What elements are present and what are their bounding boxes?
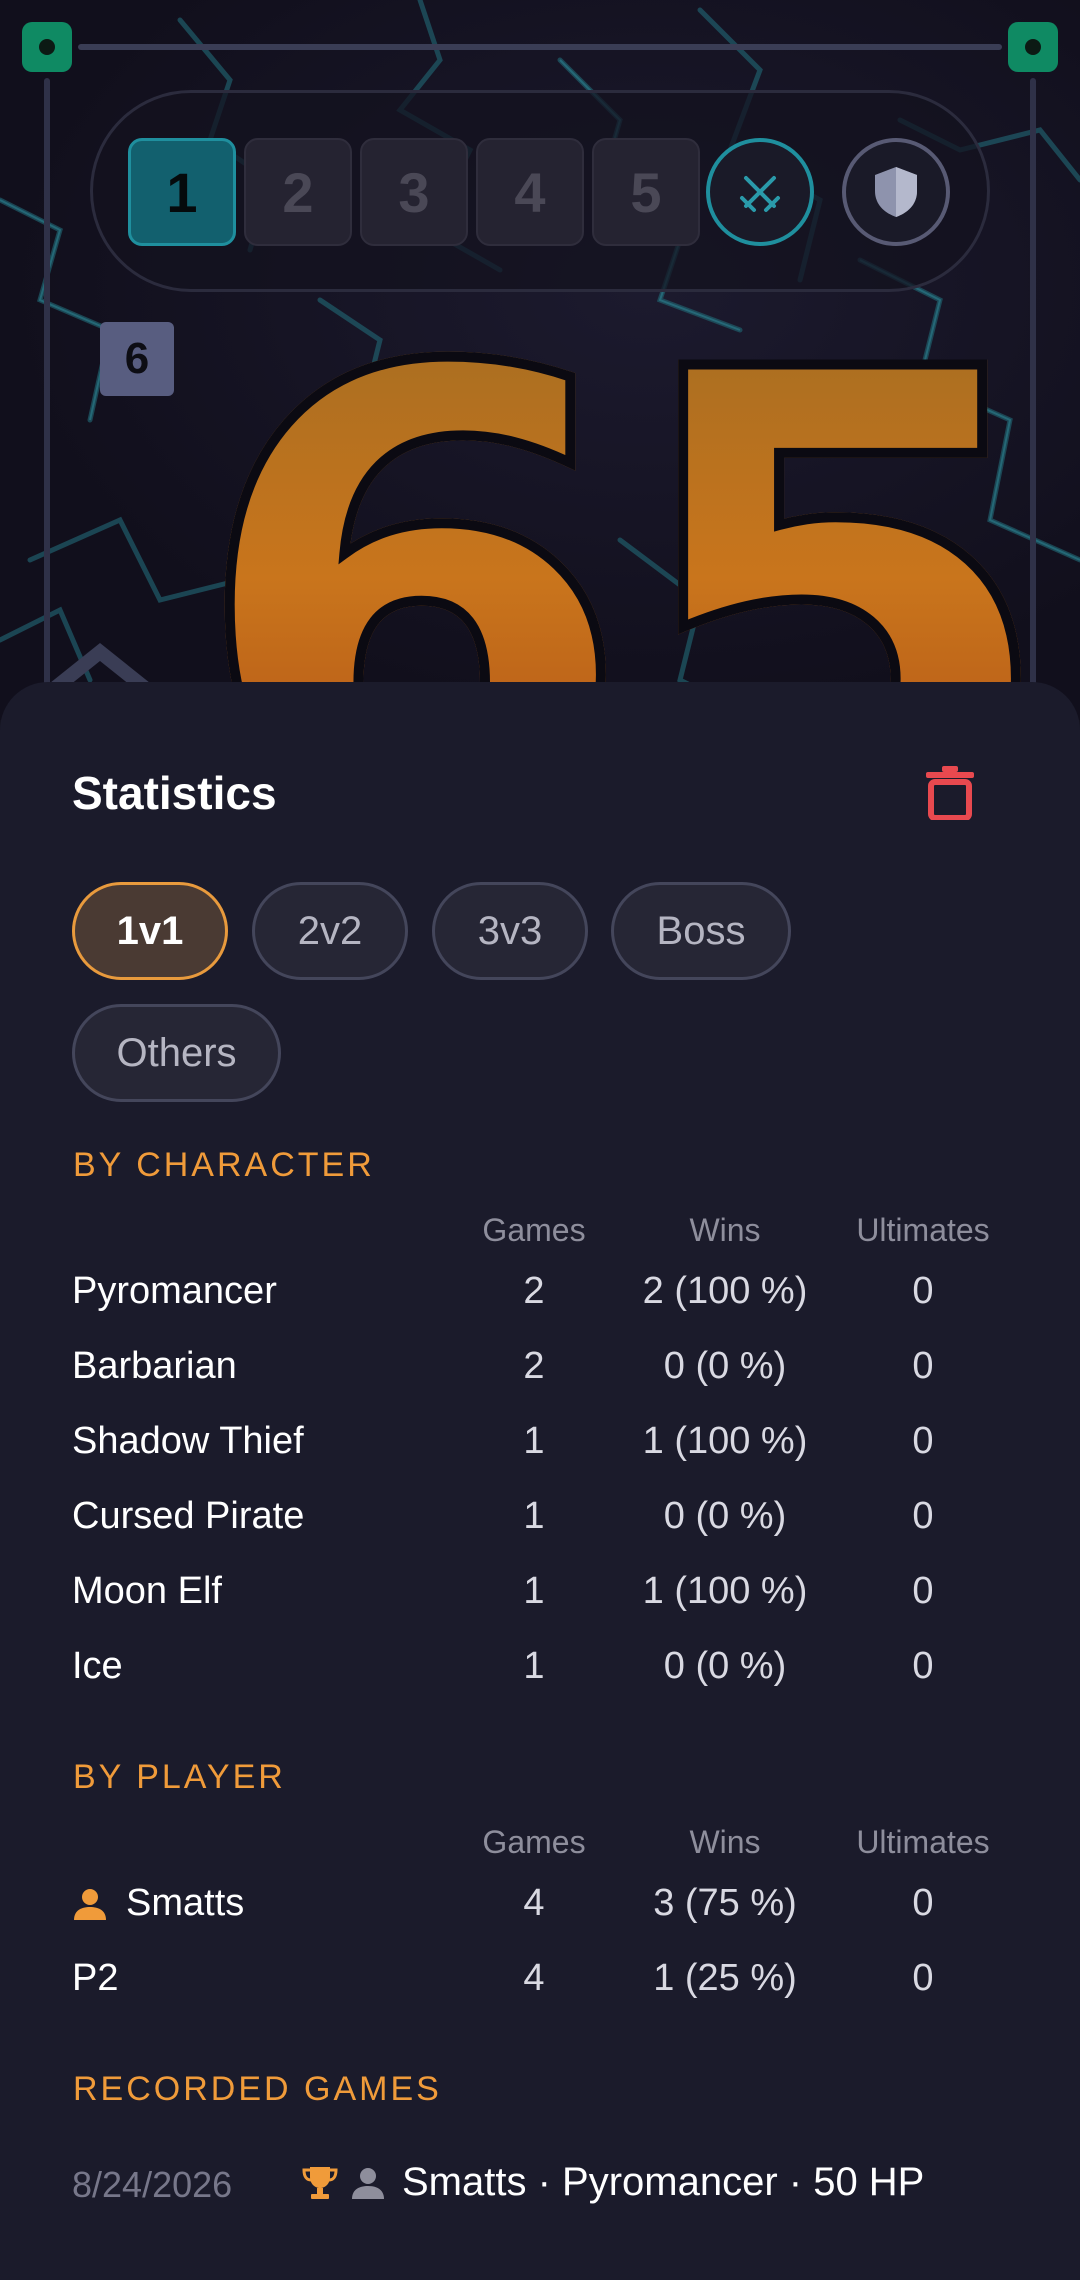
- player-name-cell: Smatts: [72, 1882, 244, 1925]
- ultimates-cell: 0: [912, 1645, 934, 1687]
- ultimates-cell: 0: [912, 1570, 934, 1612]
- frame-left-line: [44, 78, 50, 718]
- ultimates-cell: 0: [912, 1882, 934, 1924]
- game-summary-row: Smatts · Pyromancer · 50 HP: [300, 2160, 924, 2205]
- games-cell: 1: [523, 1420, 545, 1462]
- filter-others[interactable]: Others: [72, 1004, 281, 1102]
- player-name: Smatts: [126, 1882, 245, 1924]
- column-header-wins: Wins: [689, 1824, 761, 1860]
- column-header-games: Games: [482, 1212, 586, 1248]
- column-header-ultimates: Ultimates: [856, 1212, 990, 1248]
- column-header-wins: Wins: [689, 1212, 761, 1248]
- life-total[interactable]: 65: [185, 285, 1066, 721]
- character-name: Pyromancer: [72, 1270, 277, 1312]
- round-5-button[interactable]: 5: [592, 138, 700, 246]
- game-summary: Smatts · Pyromancer · 50 HP: [402, 2160, 925, 2204]
- filter-2v2[interactable]: 2v2: [252, 882, 408, 980]
- trophy-icon: [302, 2166, 338, 2199]
- defense-button[interactable]: [842, 138, 950, 246]
- games-cell: 2: [523, 1270, 545, 1312]
- frame-top-line: [78, 44, 1002, 50]
- trash-icon[interactable]: [922, 764, 978, 820]
- wins-cell: 1 (100 %): [642, 1420, 808, 1462]
- level-badge: 6: [100, 322, 174, 396]
- character-name: Moon Elf: [72, 1570, 222, 1612]
- recorded-games-title: RECORDED GAMES: [73, 2070, 442, 2108]
- corner-handle-icon[interactable]: [22, 22, 72, 72]
- wins-cell: 3 (75 %): [653, 1882, 797, 1924]
- ultimates-cell: 0: [912, 1270, 934, 1312]
- person-icon: [352, 2167, 384, 2199]
- ultimates-cell: 0: [912, 1345, 934, 1387]
- games-cell: 4: [523, 1882, 545, 1924]
- character-name: Ice: [72, 1645, 123, 1687]
- games-cell: 1: [523, 1645, 545, 1687]
- statistics-sheet: Statistics 1v1 2v2 3v3 Boss Others BY CH…: [0, 682, 1080, 2280]
- shield-icon: [875, 167, 917, 217]
- person-icon: [74, 1888, 106, 1920]
- games-cell: 4: [523, 1957, 545, 1999]
- round-4-button[interactable]: 4: [476, 138, 584, 246]
- wins-cell: 1 (100 %): [642, 1570, 808, 1612]
- by-player-title: BY PLAYER: [73, 1758, 286, 1796]
- attack-button[interactable]: [706, 138, 814, 246]
- character-name: Cursed Pirate: [72, 1495, 305, 1537]
- filter-1v1[interactable]: 1v1: [72, 882, 228, 980]
- wins-cell: 1 (25 %): [653, 1957, 797, 1999]
- player-name: P2: [72, 1957, 119, 1999]
- round-3-button[interactable]: 3: [360, 138, 468, 246]
- sword-icon: [740, 176, 780, 212]
- wins-cell: 0 (0 %): [663, 1345, 787, 1387]
- game-date: 8/24/2026: [72, 2164, 233, 2205]
- ultimates-cell: 0: [912, 1420, 934, 1462]
- column-header-games: Games: [482, 1824, 586, 1860]
- wins-cell: 2 (100 %): [642, 1270, 808, 1312]
- wins-cell: 0 (0 %): [663, 1645, 787, 1687]
- wins-cell: 0 (0 %): [663, 1495, 787, 1537]
- games-cell: 2: [523, 1345, 545, 1387]
- games-cell: 1: [523, 1570, 545, 1612]
- character-name: Barbarian: [72, 1345, 237, 1387]
- ultimates-cell: 0: [912, 1957, 934, 1999]
- sheet-title: Statistics: [72, 767, 277, 819]
- ultimates-cell: 0: [912, 1495, 934, 1537]
- corner-handle-icon[interactable]: [1008, 22, 1058, 72]
- column-header-ultimates: Ultimates: [856, 1824, 990, 1860]
- game-board: 1 2 3 4 5 6 65: [0, 0, 1080, 720]
- character-name: Shadow Thief: [72, 1420, 304, 1462]
- filter-boss[interactable]: Boss: [611, 882, 791, 980]
- games-cell: 1: [523, 1495, 545, 1537]
- filter-3v3[interactable]: 3v3: [432, 882, 588, 980]
- round-1-button[interactable]: 1: [128, 138, 236, 246]
- round-2-button[interactable]: 2: [244, 138, 352, 246]
- by-character-title: BY CHARACTER: [73, 1146, 375, 1184]
